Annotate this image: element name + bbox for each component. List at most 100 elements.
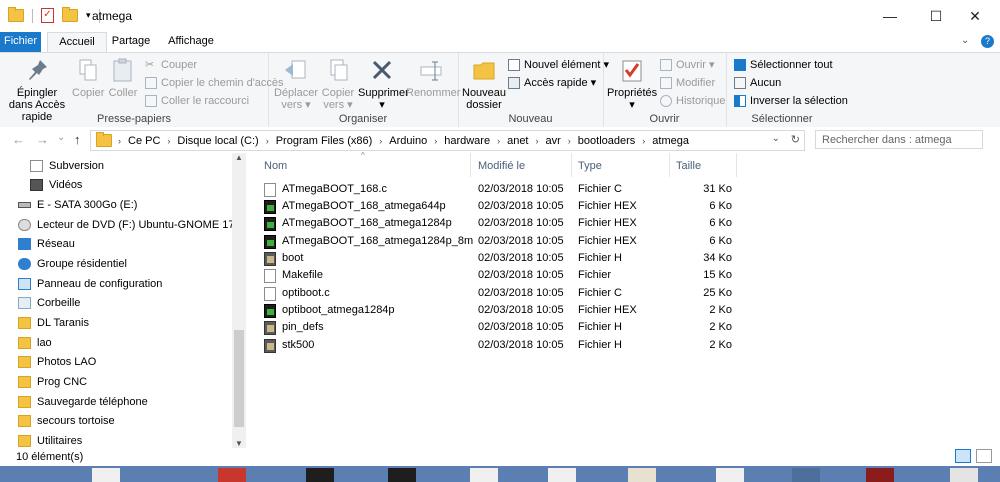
breadcrumb-chevron-icon[interactable]: › bbox=[118, 136, 121, 146]
table-row[interactable]: ATmegaBOOT_168.c 02/03/2018 10:05 Fichie… bbox=[264, 181, 744, 198]
back-button[interactable]: ← bbox=[12, 132, 25, 147]
column-header-size[interactable]: Taille bbox=[676, 160, 701, 172]
tab-accueil[interactable]: Accueil bbox=[47, 32, 107, 53]
column-divider[interactable] bbox=[669, 153, 670, 177]
breadcrumb-anet[interactable]: anet bbox=[507, 135, 528, 147]
sidebar-item-corbeille[interactable]: Corbeille bbox=[18, 293, 80, 312]
breadcrumb-bootloaders[interactable]: bootloaders bbox=[578, 135, 636, 147]
copy-to-button[interactable]: Copier vers ▾ bbox=[318, 57, 358, 111]
refresh-icon[interactable]: ↻ bbox=[791, 133, 800, 146]
sidebar-item-groupe[interactable]: Groupe résidentiel bbox=[18, 254, 127, 273]
breadcrumb-chevron-icon[interactable]: › bbox=[497, 136, 500, 146]
sidebar-item-subversion[interactable]: Subversion bbox=[30, 156, 104, 175]
taskbar-app-icon[interactable] bbox=[716, 468, 744, 482]
sidebar-item-dvd[interactable]: Lecteur de DVD (F:) Ubuntu-GNOME 17. bbox=[18, 215, 238, 234]
paste-shortcut-button[interactable]: Coller le raccourci bbox=[145, 94, 249, 108]
delete-button[interactable]: Supprimer ▾ bbox=[358, 57, 409, 111]
sidebar-scroll-thumb[interactable] bbox=[234, 330, 244, 427]
breadcrumb-program-files[interactable]: Program Files (x86) bbox=[276, 135, 373, 147]
taskbar-app-icon[interactable] bbox=[792, 468, 820, 482]
breadcrumb-chevron-icon[interactable]: › bbox=[434, 136, 437, 146]
expand-ribbon-icon[interactable]: ⌄ bbox=[961, 35, 969, 46]
taskbar-app-icon[interactable] bbox=[866, 468, 894, 482]
rename-button[interactable]: Renommer bbox=[406, 57, 460, 99]
sidebar-item-secours[interactable]: secours tortoise bbox=[18, 411, 115, 430]
sidebar-item-esata[interactable]: E - SATA 300Go (E:) bbox=[18, 195, 137, 214]
table-row[interactable]: ATmegaBOOT_168_atmega1284p 02/03/2018 10… bbox=[264, 215, 744, 232]
sidebar-item-prog-cnc[interactable]: Prog CNC bbox=[18, 372, 87, 391]
taskbar-app-icon[interactable] bbox=[388, 468, 416, 482]
breadcrumb-chevron-icon[interactable]: › bbox=[379, 136, 382, 146]
sidebar-item-utilitaires[interactable]: Utilitaires bbox=[18, 431, 82, 450]
taskbar-app-icon[interactable] bbox=[470, 468, 498, 482]
breadcrumb-disque-local[interactable]: Disque local (C:) bbox=[177, 135, 258, 147]
recent-locations-icon[interactable]: ⌄ bbox=[57, 132, 65, 143]
help-icon[interactable]: ? bbox=[981, 35, 994, 48]
select-none-button[interactable]: Aucun bbox=[734, 76, 781, 90]
sidebar-item-photos-lao[interactable]: Photos LAO bbox=[18, 352, 96, 371]
history-button[interactable]: Historique bbox=[660, 94, 726, 108]
address-dropdown-icon[interactable]: ⌄ bbox=[772, 133, 780, 144]
properties-icon[interactable]: ✓ bbox=[41, 8, 54, 23]
table-row[interactable]: ATmegaBOOT_168_atmega1284p_8m 02/03/2018… bbox=[264, 233, 744, 250]
breadcrumb-chevron-icon[interactable]: › bbox=[266, 136, 269, 146]
breadcrumb-avr[interactable]: avr bbox=[546, 135, 561, 147]
move-to-button[interactable]: Déplacer vers ▾ bbox=[274, 57, 318, 111]
column-divider[interactable] bbox=[571, 153, 572, 177]
taskbar-app-icon[interactable] bbox=[92, 468, 120, 482]
quick-access-button[interactable]: Accès rapide ▾ bbox=[508, 76, 596, 90]
breadcrumb-chevron-icon[interactable]: › bbox=[536, 136, 539, 146]
open-button[interactable]: Ouvrir ▾ bbox=[660, 58, 715, 72]
taskbar-app-icon[interactable] bbox=[628, 468, 656, 482]
column-header-modified[interactable]: Modifié le bbox=[478, 160, 525, 172]
sidebar-item-sauvegarde[interactable]: Sauvegarde téléphone bbox=[18, 392, 148, 411]
breadcrumb-hardware[interactable]: hardware bbox=[444, 135, 490, 147]
table-row[interactable]: boot 02/03/2018 10:05 Fichier H 34 Ko bbox=[264, 250, 744, 267]
breadcrumb-chevron-icon[interactable]: › bbox=[642, 136, 645, 146]
table-row[interactable]: stk500 02/03/2018 10:05 Fichier H 2 Ko bbox=[264, 337, 744, 354]
up-button[interactable]: ↑ bbox=[74, 132, 81, 147]
table-row[interactable]: pin_defs 02/03/2018 10:05 Fichier H 2 Ko bbox=[264, 319, 744, 336]
copy-button[interactable]: Copier bbox=[72, 57, 104, 99]
column-divider[interactable] bbox=[736, 153, 737, 177]
search-input[interactable]: Rechercher dans : atmega bbox=[815, 130, 983, 149]
table-row[interactable]: optiboot.c 02/03/2018 10:05 Fichier C 25… bbox=[264, 285, 744, 302]
taskbar-app-icon[interactable] bbox=[950, 468, 978, 482]
new-item-button[interactable]: Nouvel élément ▾ bbox=[508, 58, 609, 72]
table-row[interactable]: Makefile 02/03/2018 10:05 Fichier 15 Ko bbox=[264, 267, 744, 284]
breadcrumb-atmega[interactable]: atmega bbox=[652, 135, 689, 147]
breadcrumb-chevron-icon[interactable]: › bbox=[568, 136, 571, 146]
scroll-up-icon[interactable]: ▲ bbox=[235, 153, 243, 162]
column-header-type[interactable]: Type bbox=[578, 160, 602, 172]
paste-button[interactable]: Coller bbox=[107, 57, 139, 99]
cut-button[interactable]: ✂ Couper bbox=[145, 58, 197, 72]
invert-selection-button[interactable]: Inverser la sélection bbox=[734, 94, 848, 108]
scroll-down-icon[interactable]: ▼ bbox=[235, 439, 243, 448]
sidebar-item-dl-taranis[interactable]: DL Taranis bbox=[18, 313, 89, 332]
sidebar-item-panneau[interactable]: Panneau de configuration bbox=[18, 274, 162, 293]
sidebar-item-reseau[interactable]: Réseau bbox=[18, 234, 75, 253]
large-icons-view-button[interactable] bbox=[976, 449, 992, 463]
taskbar-app-icon[interactable] bbox=[218, 468, 246, 482]
select-all-button[interactable]: Sélectionner tout bbox=[734, 58, 833, 72]
breadcrumb-ce-pc[interactable]: Ce PC bbox=[128, 135, 160, 147]
close-button[interactable]: ✕ bbox=[952, 0, 998, 32]
modify-button[interactable]: Modifier bbox=[660, 76, 715, 90]
copy-path-button[interactable]: Copier le chemin d'accès bbox=[145, 76, 284, 90]
taskbar-app-icon[interactable] bbox=[548, 468, 576, 482]
customize-toolbar-icon[interactable]: ▾ bbox=[86, 10, 91, 21]
new-folder-icon[interactable] bbox=[62, 7, 78, 22]
details-view-button[interactable] bbox=[955, 449, 971, 463]
minimize-button[interactable]: — bbox=[867, 0, 913, 32]
properties-button[interactable]: Propriétés ▾ bbox=[607, 57, 657, 111]
taskbar-app-icon[interactable] bbox=[306, 468, 334, 482]
column-header-name[interactable]: Nom bbox=[264, 160, 287, 172]
column-divider[interactable] bbox=[470, 153, 471, 177]
tab-partage[interactable]: Partage bbox=[108, 32, 154, 52]
forward-button[interactable]: → bbox=[36, 132, 49, 147]
breadcrumb-arduino[interactable]: Arduino bbox=[389, 135, 427, 147]
address-bar[interactable]: › Ce PC › Disque local (C:) › Program Fi… bbox=[90, 130, 805, 151]
table-row[interactable]: ATmegaBOOT_168_atmega644p 02/03/2018 10:… bbox=[264, 198, 744, 215]
breadcrumb-chevron-icon[interactable]: › bbox=[167, 136, 170, 146]
sidebar-item-lao[interactable]: lao bbox=[18, 333, 52, 352]
